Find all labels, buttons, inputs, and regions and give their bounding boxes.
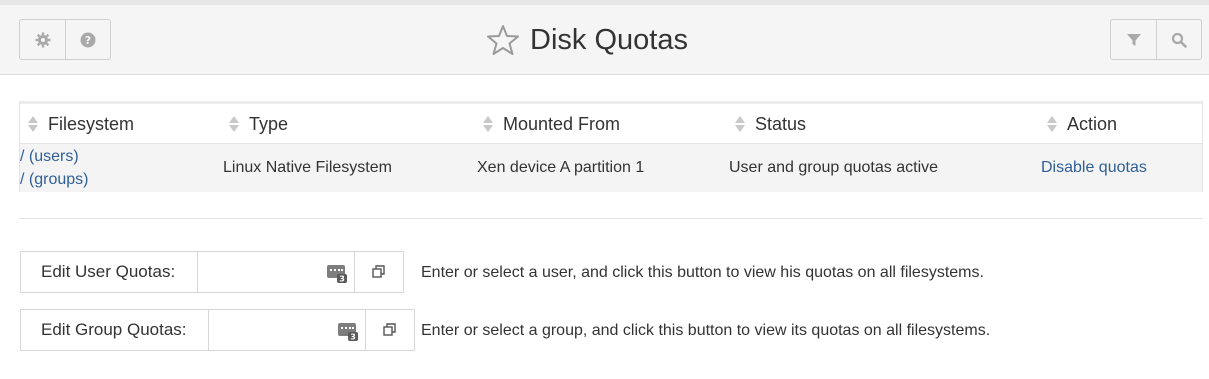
column-header-filesystem[interactable]: Filesystem	[28, 104, 134, 144]
edit-user-quotas-row: Edit User Quotas: 3	[20, 251, 404, 293]
column-header-mounted-from[interactable]: Mounted From	[483, 104, 620, 144]
edit-user-quotas-description: Enter or select a user, and click this b…	[421, 264, 984, 281]
column-header-type[interactable]: Type	[229, 104, 288, 144]
filesystems-table: Filesystem Type Mounted From Status Acti…	[19, 101, 1203, 192]
cell-mounted-from: Xen device A partition 1	[477, 159, 645, 176]
title-area: Disk Quotas	[486, 22, 688, 58]
edit-group-quotas-label: Edit Group Quotas:	[20, 309, 208, 351]
page-title: Disk Quotas	[530, 23, 688, 56]
filter-button[interactable]	[1111, 20, 1156, 59]
svg-text:3: 3	[350, 333, 356, 342]
svg-text:3: 3	[339, 275, 345, 284]
user-field[interactable]: 3	[197, 251, 355, 293]
search-icon	[1171, 32, 1187, 48]
column-header-status[interactable]: Status	[735, 104, 806, 144]
star-outline-icon[interactable]	[486, 23, 520, 57]
table-row: / (users) / (groups) Linux Native Filesy…	[20, 144, 1202, 192]
copy-icon	[372, 265, 385, 278]
user-picker-icon[interactable]: 3	[326, 262, 348, 284]
header-left-buttons: ?	[19, 19, 111, 60]
sort-icon	[1047, 115, 1057, 133]
filter-icon	[1126, 33, 1141, 46]
edit-user-quotas-label: Edit User Quotas:	[20, 251, 197, 293]
settings-button[interactable]	[20, 20, 65, 59]
edit-user-quotas-button[interactable]	[355, 251, 404, 293]
cell-type: Linux Native Filesystem	[223, 159, 392, 176]
divider	[19, 218, 1203, 219]
column-header-action[interactable]: Action	[1047, 104, 1117, 144]
filesystem-groups-link[interactable]: / (groups)	[20, 171, 88, 189]
sort-icon	[735, 115, 745, 133]
group-field[interactable]: 3	[208, 309, 366, 351]
disable-quotas-link[interactable]: Disable quotas	[1041, 159, 1147, 177]
cell-status: User and group quotas active	[729, 159, 939, 176]
table-header: Filesystem Type Mounted From Status Acti…	[20, 104, 1202, 144]
sort-icon	[28, 115, 38, 133]
edit-group-quotas-row: Edit Group Quotas: 3	[20, 309, 415, 351]
group-picker-icon[interactable]: 3	[337, 320, 359, 342]
page-header: ? Disk Quotas	[0, 5, 1209, 75]
sort-icon	[229, 115, 239, 133]
copy-icon	[383, 323, 396, 336]
help-button[interactable]: ?	[65, 20, 110, 59]
svg-text:?: ?	[85, 34, 91, 47]
edit-group-quotas-button[interactable]	[366, 309, 415, 351]
gear-icon	[35, 32, 50, 47]
edit-group-quotas-description: Enter or select a group, and click this …	[421, 322, 991, 339]
question-circle-icon: ?	[80, 32, 96, 47]
sort-icon	[483, 115, 493, 133]
header-right-buttons	[1110, 19, 1202, 60]
filesystem-users-link[interactable]: / (users)	[20, 148, 79, 166]
search-button[interactable]	[1156, 20, 1201, 59]
